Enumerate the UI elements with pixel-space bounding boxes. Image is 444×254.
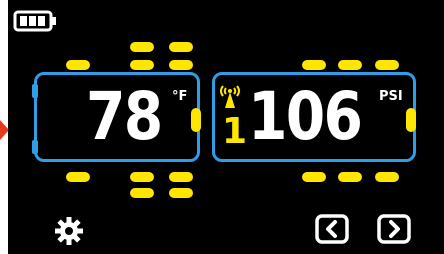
tire-index: 1 [222,111,248,152]
sensor-lamp [130,60,154,70]
sensor-lamp [338,172,362,182]
battery-icon [13,10,56,32]
sensor-lamp [130,188,154,198]
chevron-right-icon[interactable] [377,214,411,244]
sensor-lamp [169,42,193,52]
sensor-lamp [66,60,90,70]
pressure-value: 106 [248,78,363,155]
sensor-lamp [169,60,193,70]
sensor-lamp [169,172,193,182]
sensor-lamp [302,60,326,70]
tpms-screen: 78 °F 1 106 PSI [8,0,444,254]
temperature-unit: °F [172,89,188,104]
pressure-unit: PSI [379,89,403,104]
chevron-left-icon[interactable] [315,214,349,244]
temperature-value: 78 [86,78,163,155]
sensor-lamp [130,42,154,52]
sensor-lamp [406,108,416,132]
sensor-lamp [302,172,326,182]
sensor-lamp [130,172,154,182]
sensor-lamp [338,60,362,70]
sensor-lamp [375,172,399,182]
sensor-lamp [169,188,193,198]
panel-tab [32,84,38,98]
panel-tab [32,140,38,154]
sensor-lamp [191,108,201,132]
wireless-signal-icon [220,85,240,108]
sensor-lamp [375,60,399,70]
gear-icon[interactable] [54,216,84,246]
sensor-lamp [66,172,90,182]
